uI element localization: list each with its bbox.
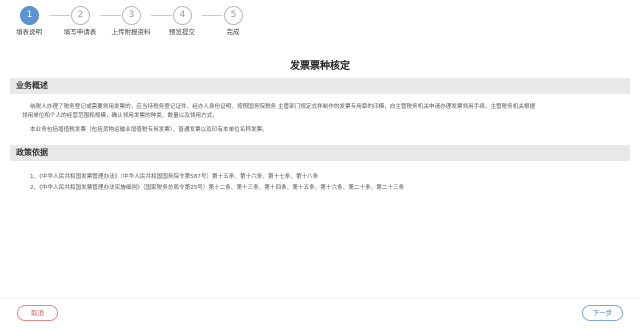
step-number: 5	[224, 6, 243, 25]
cancel-button[interactable]: 取消	[17, 305, 58, 321]
footer-divider	[0, 298, 640, 299]
step-connector	[151, 15, 172, 16]
policy-item: 2、《中华人民共和国发票管理办法实施细则》（国家税务总局令第25号）第十二条、第…	[30, 185, 405, 191]
section-title: 业务概述	[16, 81, 48, 90]
section-header-overview: 业务概述	[10, 78, 630, 94]
step-connector	[49, 15, 70, 16]
step-number: 1	[20, 6, 39, 25]
section-header-policy: 政策依据	[10, 145, 630, 161]
next-button[interactable]: 下一步	[582, 305, 623, 321]
step-connector	[202, 15, 223, 16]
section-title: 政策依据	[16, 148, 48, 157]
overview-paragraph-line: 领用单位和个人的经营范围和规模，确认领用发票的种类、数量以及领用方式。	[22, 113, 218, 119]
step-label: 填写申请表	[63, 28, 97, 36]
policy-item: 1、《中华人民共和国发票管理办法》（中华人民共和国国务院令第587号）第十五条、…	[30, 174, 319, 180]
overview-paragraph-line: 纳税人办理了税务登记或需要领用发票的，应当持税务登记证件、经办人身份证明、按照国…	[30, 104, 536, 110]
step-number: 4	[173, 6, 192, 25]
step-wizard: 1 填表说明 2 填写申请表 3 上传附报资料 4 预览提交 5 完成	[0, 0, 640, 42]
step-label: 完成	[226, 28, 240, 36]
page-title: 发票票种核定	[290, 61, 350, 72]
step-number: 2	[71, 6, 90, 25]
step-connector	[100, 15, 121, 16]
overview-paragraph: 本业务包括增值税发票（包括货物运输业增值税专用发票）、普通发票以及印有本单位名称…	[30, 127, 268, 133]
step-number: 3	[122, 6, 141, 25]
